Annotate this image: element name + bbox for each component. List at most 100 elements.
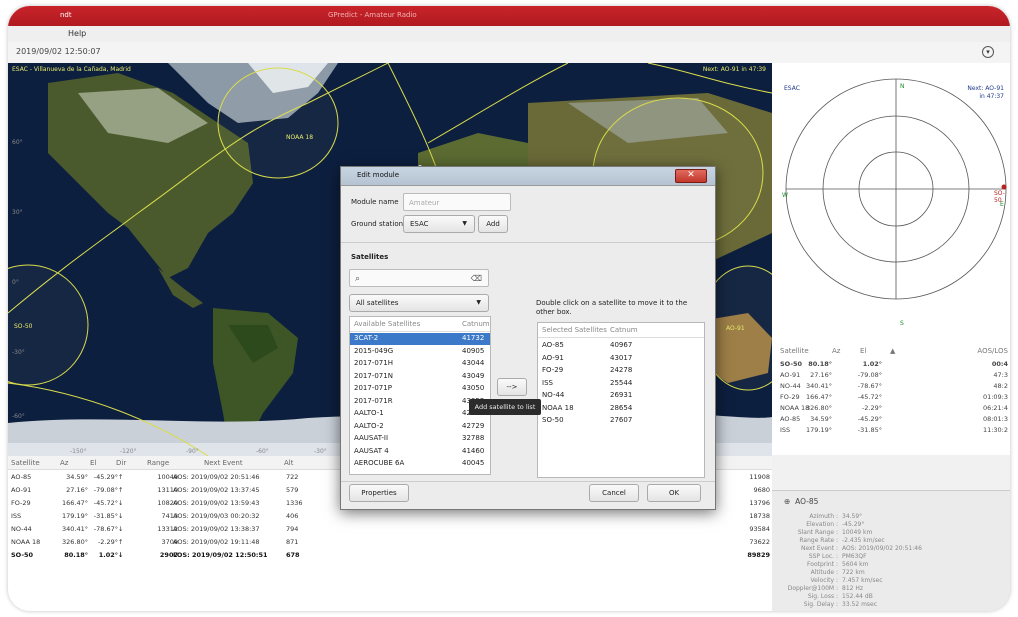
ground-station-label: ESAC - Villanueva de la Cañada, Madrid [12, 66, 131, 73]
col-satellite[interactable]: Satellite [11, 459, 40, 467]
sat-name: AO-85 [11, 473, 32, 481]
properties-button[interactable]: Properties [349, 484, 409, 502]
sat-name: NOAA 18 [542, 403, 574, 412]
list-item[interactable]: ISS 25544 [538, 378, 704, 390]
close-button[interactable]: ✕ [675, 169, 707, 183]
list-item[interactable]: AAUSAT-II 32788 [350, 433, 490, 445]
polar-view[interactable]: ESAC Next: AO-91 in 47:37 N S E W SO-50 [772, 63, 1010, 343]
sat-name: AO-91 [542, 353, 564, 362]
polar-graphics [785, 78, 1007, 300]
sat-aos: 47:3 [993, 371, 1008, 379]
list-item[interactable]: AALTO-2 42729 [350, 421, 490, 433]
list-item[interactable]: AO-91 43017 [538, 353, 704, 365]
satellite-group-select[interactable]: All satellites ▼ [349, 294, 489, 312]
move-right-button[interactable]: --> [497, 378, 527, 396]
table-row[interactable]: ISS 179.19° -31.85° 11:30:2 [772, 425, 1010, 436]
dialog-titlebar[interactable]: Edit module ✕ [341, 167, 715, 186]
list-item[interactable]: 2017-071P 43050 [350, 383, 490, 395]
ground-station-value: ESAC [410, 220, 429, 228]
table-row[interactable]: NO-44 340.41° -78.67° 48:2 [772, 381, 1010, 392]
lon-tick: -90° [186, 448, 199, 455]
table-row[interactable]: ISS 179.19° -31.85° ↓ 7413 AOS: 2019/09/03 00… [8, 511, 772, 523]
sat-alt: 871 [286, 538, 299, 546]
col-az[interactable]: Az [832, 347, 840, 355]
sat-name: NOAA 18 [11, 538, 41, 546]
detail-key: Sig. Delay : [803, 601, 838, 608]
details-sat-name: AO-85 [795, 497, 819, 506]
col-catnum[interactable]: Catnum [462, 320, 490, 328]
sat-name: AEROCUBE 6A [354, 459, 405, 467]
detail-key: Sig. Loss : [807, 593, 838, 600]
ground-station-select[interactable]: ESAC ▼ [403, 215, 475, 233]
module-name-field[interactable]: Amateur [403, 193, 511, 211]
list-item[interactable]: 3CAT-2 41732 [350, 333, 490, 345]
sat-az: 326.80° [806, 404, 832, 412]
list-item[interactable]: 2015-049G 40905 [350, 346, 490, 358]
col-aoslos[interactable]: AOS/LOS [977, 347, 1008, 355]
col-el[interactable]: El [90, 459, 96, 467]
divider [341, 481, 715, 482]
direction-arrow-icon: ↓ [118, 551, 124, 559]
sat-el: 1.02° [862, 360, 882, 368]
detail-value: 33.52 msec [842, 601, 878, 608]
menu-help[interactable]: Help [68, 29, 86, 38]
table-row[interactable]: FO-29 166.47° -45.72° 01:09:3 [772, 392, 1010, 403]
sat-az: 80.18° [808, 360, 832, 368]
direction-arrow-icon: ↑ [118, 538, 124, 546]
expand-icon[interactable]: ⊕ [784, 497, 790, 506]
list-header: Selected Satellites Catnum [538, 323, 704, 338]
polar-station-label: ESAC [784, 85, 800, 92]
col-alt[interactable]: Alt [284, 459, 293, 467]
list-item[interactable]: NO-44 26931 [538, 390, 704, 402]
cancel-button[interactable]: Cancel [589, 484, 639, 502]
table-row[interactable]: NO-44 340.41° -78.67° ↓ 13312 AOS: 2019/09/02… [8, 524, 772, 536]
selected-satellites-list[interactable]: Selected Satellites Catnum AO-85 40967 AO-… [537, 322, 705, 478]
sat-extra: 9680 [753, 486, 770, 494]
list-item[interactable]: FO-29 24278 [538, 365, 704, 377]
list-item[interactable]: 2017-071N 43049 [350, 371, 490, 383]
col-satellite[interactable]: Satellite [780, 347, 809, 355]
menu-bar: Help [8, 26, 1010, 43]
sat-catnum: 32788 [462, 434, 485, 442]
table-row[interactable]: AO-85 34.59° -45.29° 08:01:3 [772, 414, 1010, 425]
ok-button[interactable]: OK [647, 484, 701, 502]
list-item[interactable]: 2017-071H 43044 [350, 358, 490, 370]
add-station-button[interactable]: Add [478, 215, 508, 233]
sat-catnum: 28654 [610, 403, 633, 412]
col-catnum[interactable]: Catnum [610, 326, 638, 334]
table-row[interactable]: NOAA 18 326.80° -2.29° ↑ 3709 AOS: 2019/09/02… [8, 537, 772, 549]
detail-key: Slant Range : [797, 529, 838, 536]
list-item[interactable]: AO-85 40967 [538, 340, 704, 352]
list-item[interactable]: SO-50 27607 [538, 415, 704, 427]
col-dir[interactable]: Dir [116, 459, 126, 467]
list-item[interactable]: AEROCUBE 6A 40045 [350, 458, 490, 470]
col-el[interactable]: El [860, 347, 866, 355]
table-row[interactable]: SO-50 80.18° 1.02° 00:4 [772, 359, 1010, 370]
sat-az: 179.19° [62, 512, 88, 520]
col-available[interactable]: Available Satellites [354, 320, 420, 328]
list-item[interactable]: NOAA 18 28654 [538, 403, 704, 415]
clear-icon[interactable]: ⌫ [471, 270, 482, 288]
module-menu-icon[interactable]: ▾ [982, 46, 994, 58]
detail-key: Footprint : [807, 561, 838, 568]
sat-el: -78.67° [857, 382, 882, 390]
sat-az: 166.47° [806, 393, 832, 401]
sat-el: -2.29° [861, 404, 882, 412]
list-item[interactable]: AAUSAT 4 41460 [350, 446, 490, 458]
available-satellites-list[interactable]: Available Satellites Catnum 3CAT-2 41732 2… [349, 316, 491, 475]
col-az[interactable]: Az [60, 459, 68, 467]
search-input[interactable]: ⌕ ⌫ [349, 269, 489, 287]
col-range[interactable]: Range [147, 459, 169, 467]
sat-catnum: 41732 [462, 334, 485, 342]
table-row[interactable]: NOAA 18 326.80° -2.29° 06:21:4 [772, 403, 1010, 414]
table-row[interactable]: SO-50 80.18° 1.02° ↓ 2907 LOS: 2019/09/02 12:… [8, 550, 772, 562]
sat-el: -31.85° [93, 512, 118, 520]
detail-key: Range Rate : [799, 537, 838, 544]
table-row[interactable]: AO-91 27.16° -79.08° 47:3 [772, 370, 1010, 381]
col-selected[interactable]: Selected Satellites [542, 326, 607, 334]
dropdown-arrow-icon: ▼ [476, 299, 481, 306]
details-title[interactable]: ⊕ AO-85 [784, 497, 818, 506]
col-next-event[interactable]: Next Event [204, 459, 243, 467]
sort-up-icon[interactable]: ▲ [890, 347, 895, 355]
sat-name: AO-85 [780, 415, 801, 423]
